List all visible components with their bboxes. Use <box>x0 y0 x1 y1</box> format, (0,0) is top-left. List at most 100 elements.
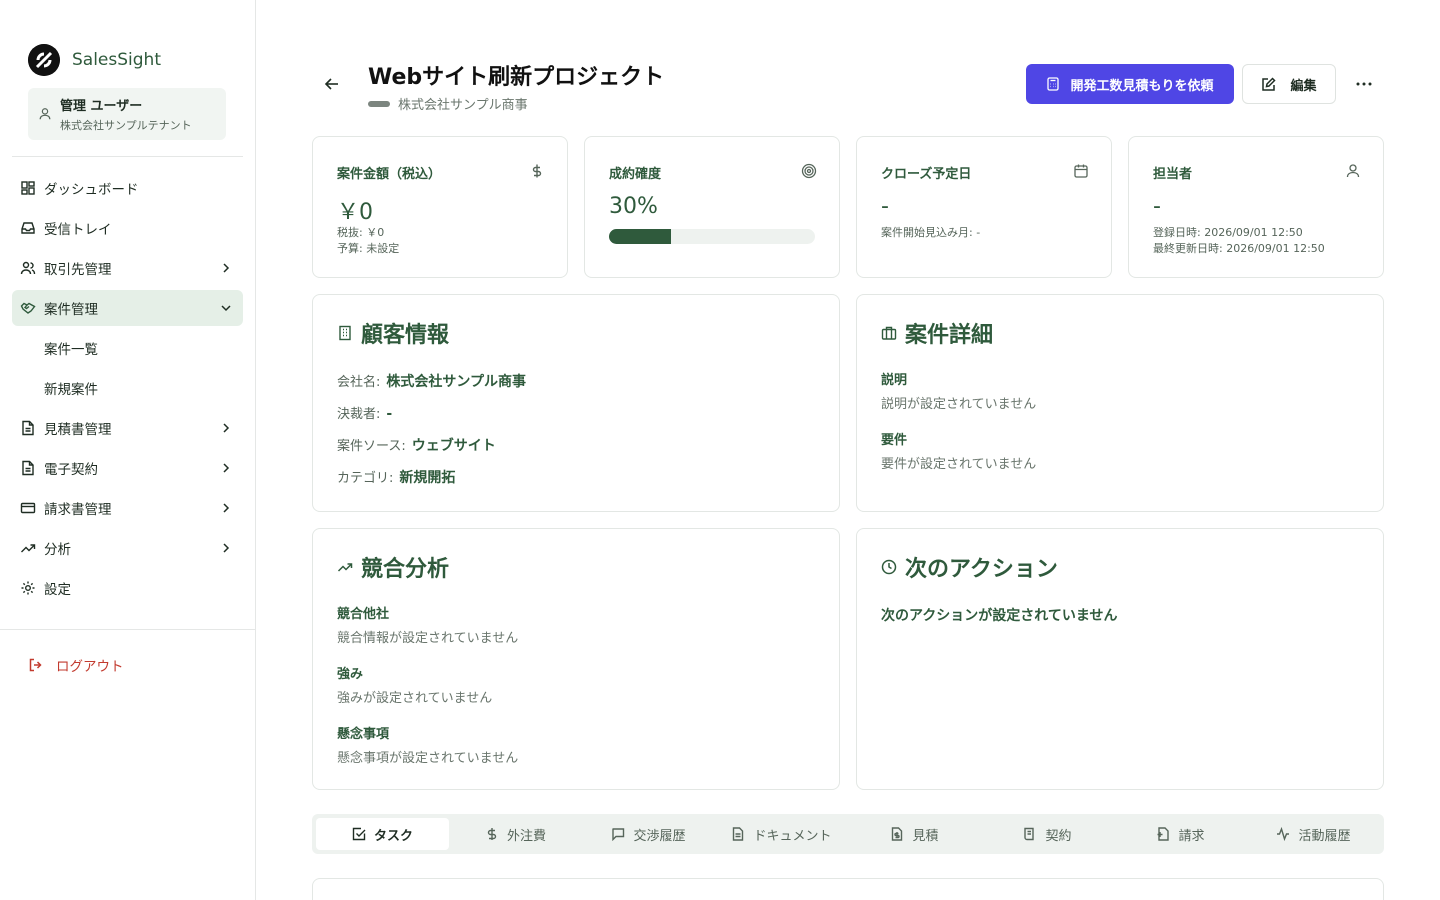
brand-name: SalesSight <box>72 50 161 70</box>
field-key: カテゴリ: <box>337 471 394 486</box>
customer-info-title-text: 顧客情報 <box>361 323 450 348</box>
clock-icon <box>881 559 897 575</box>
sidebar-subitem-new-deal[interactable]: 新規案件 <box>12 370 243 406</box>
quote-icon <box>892 827 903 841</box>
brand[interactable]: SalesSight <box>28 44 161 76</box>
chevron-down-icon <box>221 305 231 312</box>
sidebar-item-invoices[interactable]: 請求書管理 <box>12 490 243 526</box>
user-icon <box>39 108 51 120</box>
amount-tax-excluded: 税抜: ￥0 <box>337 226 385 239</box>
file-icon <box>20 420 36 436</box>
sidebar-item-label: 請求書管理 <box>44 502 112 518</box>
activity-icon <box>1277 827 1290 841</box>
more-options-button[interactable] <box>1352 74 1376 94</box>
customer-row-decision-maker: 決裁者: - <box>337 403 392 422</box>
tab-label: 活動履歴 <box>1298 828 1351 844</box>
owner-created: 登録日時: 2026/09/01 12:50 <box>1153 226 1303 239</box>
inbox-icon <box>20 220 36 236</box>
tab-invoices[interactable]: 請求 <box>1114 818 1247 850</box>
field-value: 株式会社サンプル商事 <box>386 374 526 390</box>
chevron-right-icon <box>223 423 230 433</box>
requirements-value: 要件が設定されていません <box>881 457 1037 472</box>
field-key: 会社名: <box>337 375 381 390</box>
page-subtitle: 株式会社サンプル商事 <box>368 94 528 113</box>
request-estimate-label: 開発工数見積もりを依頼 <box>1070 78 1214 94</box>
logout-label: ログアウト <box>56 659 124 675</box>
owner-updated: 最終更新日時: 2026/09/01 12:50 <box>1153 242 1325 255</box>
amount-label: 案件金額（税込） <box>337 167 442 182</box>
sidebar-item-label: 分析 <box>44 542 71 558</box>
concerns-value: 懸念事項が設定されていません <box>337 751 519 766</box>
next-action-value: 次のアクションが設定されていません <box>881 608 1118 624</box>
amount-budget: 予算: 未設定 <box>337 242 400 255</box>
tab-label: 契約 <box>1045 828 1072 844</box>
user-card[interactable]: 管理 ユーザー 株式会社サンプルテナント <box>28 88 226 140</box>
competitive-analysis-title-text: 競合分析 <box>361 557 450 582</box>
tab-content-panel <box>312 878 1384 900</box>
field-value: - <box>386 406 393 422</box>
detail-tabs: タスク 外注費 交渉履歴 ドキュメント 見積 契約 請求 活動履歴 <box>312 814 1384 854</box>
probability-value: 30% <box>609 194 658 219</box>
tab-contracts[interactable]: 契約 <box>981 818 1114 850</box>
sidebar: SalesSight 管理 ユーザー 株式会社サンプルテナント ダッシュボード … <box>0 0 256 900</box>
deal-details-title: 案件詳細 <box>881 317 993 349</box>
tab-outsourcing-costs[interactable]: 外注費 <box>449 818 582 850</box>
sidebar-item-quotes[interactable]: 見積書管理 <box>12 410 243 446</box>
contract-icon <box>1024 827 1035 841</box>
sidebar-item-e-contracts[interactable]: 電子契約 <box>12 450 243 486</box>
tab-label: ドキュメント <box>753 828 832 844</box>
back-arrow-icon[interactable] <box>322 74 342 94</box>
sidebar-item-label: 取引先管理 <box>44 262 112 278</box>
tab-label: 外注費 <box>506 828 546 844</box>
sidebar-divider <box>12 156 243 157</box>
owner-card: 担当者 - 登録日時: 2026/09/01 12:50 最終更新日時: 202… <box>1128 136 1384 278</box>
sidebar-subitem-label: 案件一覧 <box>44 342 98 358</box>
owner-label: 担当者 <box>1153 167 1193 182</box>
target-icon <box>801 163 817 179</box>
field-value: ウェブサイト <box>411 438 496 454</box>
sidebar-item-dashboard[interactable]: ダッシュボード <box>12 170 243 206</box>
sidebar-item-settings[interactable]: 設定 <box>12 570 243 606</box>
close-date-label: クローズ予定日 <box>881 167 972 182</box>
tab-label: 交渉履歴 <box>633 828 686 844</box>
request-estimate-button[interactable]: 開発工数見積もりを依頼 <box>1026 64 1234 104</box>
chevron-right-icon <box>223 463 230 473</box>
edit-icon <box>1262 76 1277 91</box>
description-label: 説明 <box>881 373 908 388</box>
logout-button[interactable]: ログアウト <box>28 655 124 675</box>
sidebar-item-label: 見積書管理 <box>44 422 112 438</box>
sidebar-item-label: 設定 <box>44 582 71 598</box>
edit-button[interactable]: 編集 <box>1242 64 1336 104</box>
tab-negotiation-history[interactable]: 交渉履歴 <box>582 818 715 850</box>
edit-label: 編集 <box>1290 78 1317 94</box>
next-action-card: 次のアクション 次のアクションが設定されていません <box>856 528 1384 790</box>
sidebar-item-label: ダッシュボード <box>44 182 139 198</box>
tab-label: 見積 <box>912 828 939 844</box>
close-date-card: クローズ予定日 - 案件開始見込み月: - <box>856 136 1112 278</box>
deal-details-card: 案件詳細 説明 説明が設定されていません 要件 要件が設定されていません <box>856 294 1384 512</box>
sidebar-item-accounts[interactable]: 取引先管理 <box>12 250 243 286</box>
sidebar-item-deals[interactable]: 案件管理 <box>12 290 243 326</box>
tab-quotes[interactable]: 見積 <box>848 818 981 850</box>
customer-row-category: カテゴリ: 新規開拓 <box>337 467 455 487</box>
calendar-icon <box>1074 164 1088 178</box>
deal-details-title-text: 案件詳細 <box>905 323 994 348</box>
tab-label: 請求 <box>1178 828 1205 844</box>
sidebar-subitem-deal-list[interactable]: 案件一覧 <box>12 330 243 366</box>
chevron-right-icon <box>223 543 230 553</box>
sidebar-item-label: 電子契約 <box>44 462 98 478</box>
tab-documents[interactable]: ドキュメント <box>715 818 848 850</box>
sidebar-item-analytics[interactable]: 分析 <box>12 530 243 566</box>
trending-up-icon <box>20 540 36 556</box>
probability-progress-bar <box>609 229 815 244</box>
close-date-value: - <box>881 194 889 219</box>
tab-activity-history[interactable]: 活動履歴 <box>1247 818 1380 850</box>
trending-up-icon <box>337 563 353 572</box>
dashboard-icon <box>20 180 36 196</box>
field-value: 新規開拓 <box>399 470 456 486</box>
sidebar-item-inbox[interactable]: 受信トレイ <box>12 210 243 246</box>
tab-tasks[interactable]: タスク <box>316 818 449 850</box>
amount-card: 案件金額（税込） ￥0 税抜: ￥0 予算: 未設定 <box>312 136 568 278</box>
amount-value: ￥0 <box>337 200 373 225</box>
description-value: 説明が設定されていません <box>881 397 1037 412</box>
